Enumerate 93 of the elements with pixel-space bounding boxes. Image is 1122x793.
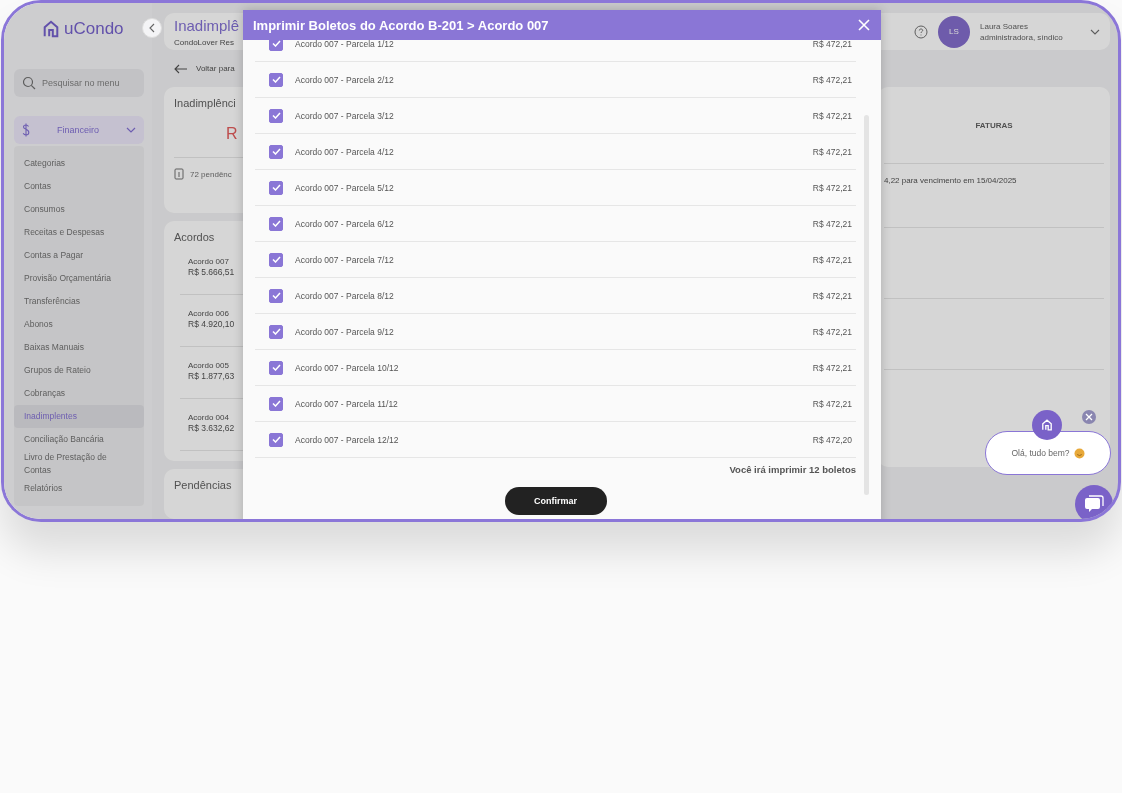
installment-amount: R$ 472,21 xyxy=(812,290,852,301)
installment-label: Acordo 007 - Parcela 5/12 xyxy=(295,182,395,193)
menu-item[interactable]: Livro de Prestação de Contas xyxy=(14,451,144,477)
checkbox[interactable] xyxy=(269,324,283,339)
checkbox[interactable] xyxy=(269,180,283,195)
agreement-amount: R$ 1.877,63 xyxy=(188,371,235,381)
chat-icon[interactable] xyxy=(1084,495,1104,513)
installment-amount: R$ 472,21 xyxy=(812,326,852,337)
chevron-icon[interactable] xyxy=(1090,28,1100,35)
agreement-name[interactable]: Acordo 007 xyxy=(188,257,229,266)
menu-item[interactable]: Consumos xyxy=(14,198,144,221)
pending-count: 72 pendênc xyxy=(190,169,232,179)
document-icon xyxy=(174,168,184,180)
agreement-amount: R$ 5.666,51 xyxy=(188,267,235,277)
installment-label: Acordo 007 - Parcela 6/12 xyxy=(295,218,395,229)
user-avatar: LS xyxy=(938,15,970,48)
card-title: Acordos xyxy=(174,231,215,243)
arrow-left-icon xyxy=(174,63,188,74)
chat-bubble[interactable]: Olá, tudo bem? xyxy=(985,431,1111,475)
condo-name: CondoLover Res xyxy=(174,37,235,47)
installment-label: Acordo 007 - Parcela 11/12 xyxy=(295,398,399,409)
checkbox[interactable] xyxy=(269,252,283,267)
checkbox[interactable] xyxy=(269,216,283,231)
installment-amount: R$ 472,21 xyxy=(812,218,852,229)
installment-label: Acordo 007 - Parcela 1/12 xyxy=(295,40,395,49)
back-link[interactable]: Voltar para xyxy=(196,64,235,73)
installment-amount: R$ 472,21 xyxy=(812,254,852,265)
smiley-icon xyxy=(1073,447,1085,459)
menu-item[interactable]: Inadimplentes xyxy=(14,405,144,428)
house-icon xyxy=(1041,419,1053,431)
installment-amount: R$ 472,21 xyxy=(812,146,852,157)
agreement-name[interactable]: Acordo 005 xyxy=(188,361,229,370)
dialog-title: Imprimir Boletos do Acordo B-201 > Acordo 007 xyxy=(253,17,550,33)
user-name: Laura Soares xyxy=(980,21,1030,31)
invoice-text: 4,22 para vencimento em 15/04/2025 xyxy=(884,164,1104,228)
page-title: Inadimplê xyxy=(174,16,240,34)
installment-label: Acordo 007 - Parcela 12/12 xyxy=(295,434,400,445)
checkbox[interactable] xyxy=(269,108,283,123)
card-title: Pendências xyxy=(174,479,232,491)
installment-label: Acordo 007 - Parcela 2/12 xyxy=(295,74,395,85)
agreement-amount: R$ 4.920,10 xyxy=(188,319,235,329)
column-header: FATURAS xyxy=(884,87,1104,164)
menu-item[interactable]: Abonos xyxy=(14,313,144,336)
installment-amount: R$ 472,21 xyxy=(812,398,852,409)
menu-item[interactable]: Contas xyxy=(14,175,144,198)
help-icon[interactable] xyxy=(914,24,928,39)
installment-label: Acordo 007 - Parcela 3/12 xyxy=(295,110,395,121)
checkbox[interactable] xyxy=(269,432,283,447)
menu-item[interactable]: Contas a Pagar xyxy=(14,244,144,267)
menu-item[interactable]: Baixas Manuais xyxy=(14,336,144,359)
menu-item[interactable]: Cobranças xyxy=(14,382,144,405)
installment-amount: R$ 472,21 xyxy=(812,362,852,373)
chevron-icon xyxy=(126,127,136,133)
installment-amount: R$ 472,21 xyxy=(812,110,852,121)
checkbox[interactable] xyxy=(269,40,283,51)
close-icon[interactable] xyxy=(857,18,871,32)
installment-label: Acordo 007 - Parcela 4/12 xyxy=(295,146,395,157)
summary-value: R xyxy=(226,125,238,143)
installment-amount: R$ 472,21 xyxy=(812,182,852,193)
installment-amount: R$ 472,21 xyxy=(812,40,852,49)
menu-section[interactable]: Financeiro xyxy=(14,116,144,144)
installment-label: Acordo 007 - Parcela 7/12 xyxy=(295,254,395,265)
checkbox[interactable] xyxy=(269,396,283,411)
installment-label: Acordo 007 - Parcela 9/12 xyxy=(295,326,395,337)
menu-item[interactable]: Provisão Orçamentária xyxy=(14,267,144,290)
installment-amount: R$ 472,21 xyxy=(812,74,852,85)
user-role: administradora, síndico xyxy=(980,32,1064,42)
close-icon[interactable] xyxy=(1085,413,1093,421)
installment-label: Acordo 007 - Parcela 8/12 xyxy=(295,290,395,301)
menu-item[interactable]: Grupos de Rateio xyxy=(14,359,144,382)
search-field[interactable]: Pesquisar no menu xyxy=(14,69,144,97)
menu-item[interactable]: Relatórios xyxy=(14,476,144,500)
logo-text: uCondo xyxy=(64,19,124,39)
checkbox[interactable] xyxy=(269,144,283,159)
dollar-icon xyxy=(22,123,30,137)
installment-label: Acordo 007 - Parcela 10/12 xyxy=(295,362,400,373)
installment-amount: R$ 472,20 xyxy=(812,434,852,445)
agreement-amount: R$ 3.632,62 xyxy=(188,423,235,433)
menu-item[interactable]: Transferências xyxy=(14,290,144,313)
checkbox[interactable] xyxy=(269,288,283,303)
menu-item[interactable]: Conciliação Bancária xyxy=(14,428,144,451)
house-icon xyxy=(42,20,60,38)
confirm-button[interactable]: Confirmar xyxy=(504,487,607,515)
agreement-name[interactable]: Acordo 006 xyxy=(188,309,229,318)
card-title: Inadimplênci xyxy=(174,97,236,109)
agreement-name[interactable]: Acordo 004 xyxy=(188,413,229,422)
menu-item[interactable]: Receitas e Despesas xyxy=(14,221,144,244)
checkbox[interactable] xyxy=(269,72,283,87)
chevron-left-icon xyxy=(149,23,155,33)
menu-item[interactable]: Categorias xyxy=(14,152,144,175)
chat-message: Olá, tudo bem? xyxy=(1011,448,1070,458)
print-summary: Você irá imprimir 12 boletos xyxy=(729,464,856,475)
checkbox[interactable] xyxy=(269,360,283,375)
